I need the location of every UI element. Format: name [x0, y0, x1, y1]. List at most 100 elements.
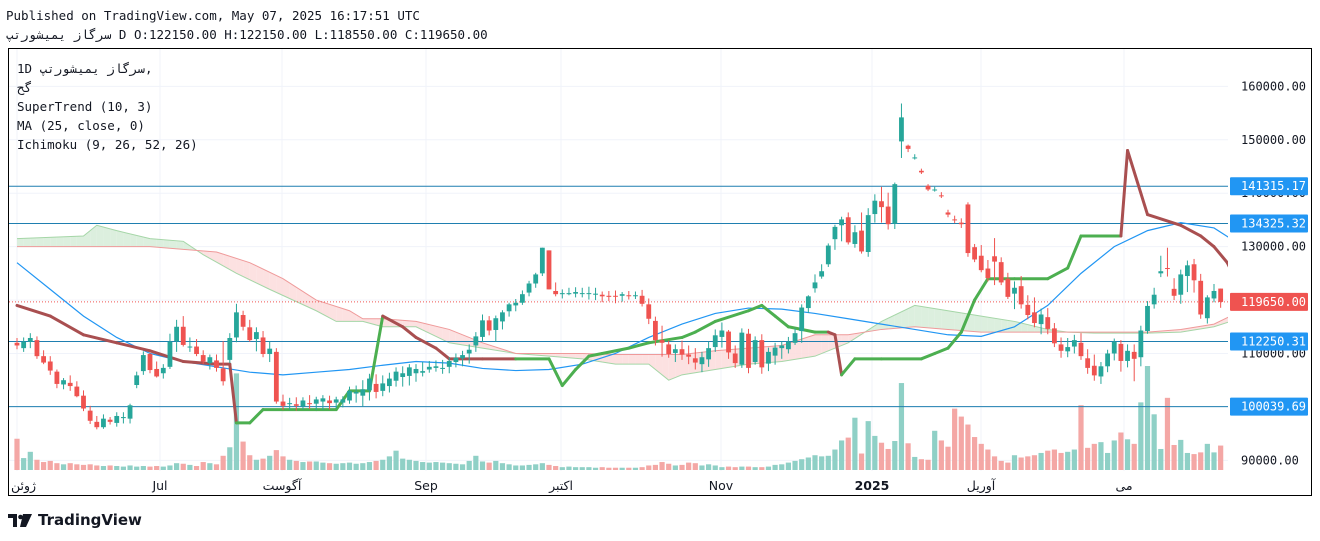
volume-bar — [1051, 449, 1057, 470]
candle — [500, 310, 505, 330]
volume-bar — [127, 465, 133, 470]
candle — [719, 322, 725, 348]
candle-body — [799, 307, 805, 332]
candle-body — [672, 349, 678, 353]
candle — [267, 341, 273, 363]
volume-bar — [253, 459, 259, 470]
candle-body — [134, 375, 140, 385]
supertrend-segment — [680, 330, 697, 339]
kumo-cloud-segment — [322, 302, 330, 318]
candle — [134, 371, 140, 389]
volume-bar — [1045, 450, 1051, 470]
candle — [978, 245, 984, 273]
candle — [1012, 281, 1017, 310]
candle-body — [1078, 342, 1084, 357]
volume-bar — [373, 460, 379, 470]
candle — [114, 412, 120, 427]
candle — [1058, 337, 1064, 358]
volume-bar — [619, 467, 625, 470]
volume-bar — [47, 460, 53, 470]
volume-bar — [905, 443, 911, 470]
volume-bar — [1198, 452, 1204, 470]
candle — [67, 375, 73, 391]
time-axis-label: Nov — [709, 478, 734, 493]
candle — [1138, 325, 1144, 367]
candle-body — [779, 345, 785, 349]
candle — [513, 298, 519, 312]
candle-body — [566, 293, 572, 295]
candle-body — [486, 320, 492, 331]
volume-bar — [320, 462, 326, 470]
candle — [819, 264, 825, 279]
time-axis-label: می — [1115, 478, 1132, 493]
candle-body — [706, 348, 711, 360]
volume-bar — [14, 438, 20, 470]
volume-bar — [1071, 449, 1077, 470]
candle — [466, 344, 472, 364]
candle-body — [347, 390, 352, 401]
volume-bar — [1144, 366, 1151, 470]
candle — [1178, 269, 1184, 304]
candle — [1204, 295, 1210, 324]
candle — [453, 353, 459, 368]
kumo-cloud-segment — [715, 350, 722, 370]
candle — [180, 316, 186, 347]
candle — [506, 302, 512, 317]
volume-bar — [280, 456, 286, 470]
candle-body — [1211, 290, 1217, 299]
candle — [1158, 255, 1164, 278]
volume-bar — [745, 466, 752, 470]
kumo-cloud-segment — [103, 227, 111, 247]
candle — [400, 366, 406, 387]
candle — [546, 250, 552, 290]
candle — [101, 414, 106, 429]
kumo-cloud-segment — [229, 256, 237, 274]
volume-bar — [965, 424, 971, 470]
price-chart[interactable]: 90000.00100000.00110000.00120000.0013000… — [0, 0, 1320, 541]
candle-body — [14, 342, 20, 346]
candle-body — [952, 219, 958, 221]
volume-bar — [1105, 452, 1111, 470]
volume-bar — [991, 456, 998, 470]
candle-body — [393, 371, 399, 381]
candle — [1091, 354, 1097, 381]
candle — [859, 212, 864, 254]
candle-body — [154, 368, 160, 377]
candle — [579, 287, 585, 298]
kumo-cloud-segment — [721, 349, 729, 369]
tradingview-logo[interactable]: TradingView — [8, 511, 142, 529]
candle-body — [440, 367, 445, 369]
candle-body — [254, 332, 259, 340]
kumo-cloud-segment — [801, 336, 809, 359]
candle-body — [533, 274, 539, 284]
candle — [94, 415, 100, 430]
candle-body — [646, 304, 652, 319]
kumo-cloud-segment — [934, 308, 942, 329]
candle-body — [127, 405, 133, 419]
candle-body — [945, 212, 951, 215]
volume-bar — [240, 441, 246, 470]
candle-body — [1018, 286, 1024, 305]
candle — [486, 316, 492, 336]
candle-body — [1151, 294, 1157, 305]
candle-body — [613, 295, 618, 297]
candle — [1165, 247, 1170, 277]
candle-body — [1071, 340, 1077, 347]
candle-body — [859, 230, 864, 252]
kumo-cloud-segment — [662, 354, 669, 381]
volume-bar — [160, 466, 166, 470]
volume-bar — [878, 442, 885, 470]
volume-bar — [353, 463, 359, 470]
supertrend-segment — [148, 349, 185, 363]
volume-bar — [626, 467, 632, 470]
candle-body — [1025, 304, 1031, 316]
kumo-cloud-segment — [176, 240, 184, 250]
candle — [919, 168, 924, 174]
candle — [74, 381, 80, 398]
candle — [234, 303, 239, 343]
volume-bar — [612, 467, 619, 470]
supertrend-segment — [1179, 223, 1203, 238]
candle — [147, 352, 153, 374]
candle-body — [639, 295, 645, 304]
volume-bar — [712, 465, 718, 470]
